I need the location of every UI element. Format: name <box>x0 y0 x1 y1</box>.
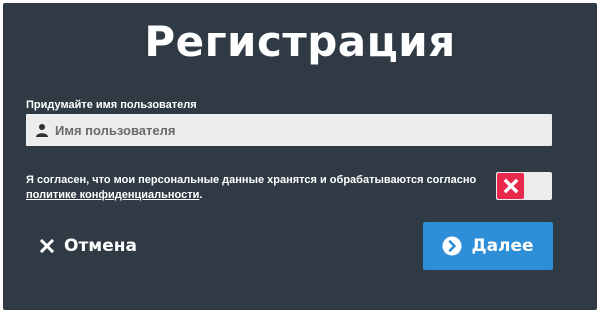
username-label: Придумайте имя пользователя <box>26 99 197 111</box>
consent-text-main: Я согласен, что мои персональные данные … <box>26 174 477 186</box>
toggle-knob <box>497 173 524 199</box>
page-title: Регистрация <box>144 17 456 66</box>
registration-panel: Регистрация Придумайте имя пользователя … <box>3 3 597 310</box>
consent-text-end: . <box>199 189 203 201</box>
cancel-button[interactable]: Отмена <box>39 232 137 260</box>
arrow-right-circle-icon <box>442 236 462 256</box>
consent-text: Я согласен, что мои персональные данные … <box>26 173 486 203</box>
cancel-label: Отмена <box>64 236 137 256</box>
consent-toggle[interactable] <box>496 172 552 200</box>
username-input[interactable] <box>53 113 552 147</box>
close-icon <box>39 238 55 254</box>
next-label: Далее <box>471 236 534 256</box>
next-button[interactable]: Далее <box>423 222 553 270</box>
close-icon <box>503 178 518 194</box>
username-field[interactable] <box>26 113 552 147</box>
privacy-policy-link[interactable]: политике конфиденциальности <box>26 189 199 201</box>
user-icon <box>33 121 51 139</box>
